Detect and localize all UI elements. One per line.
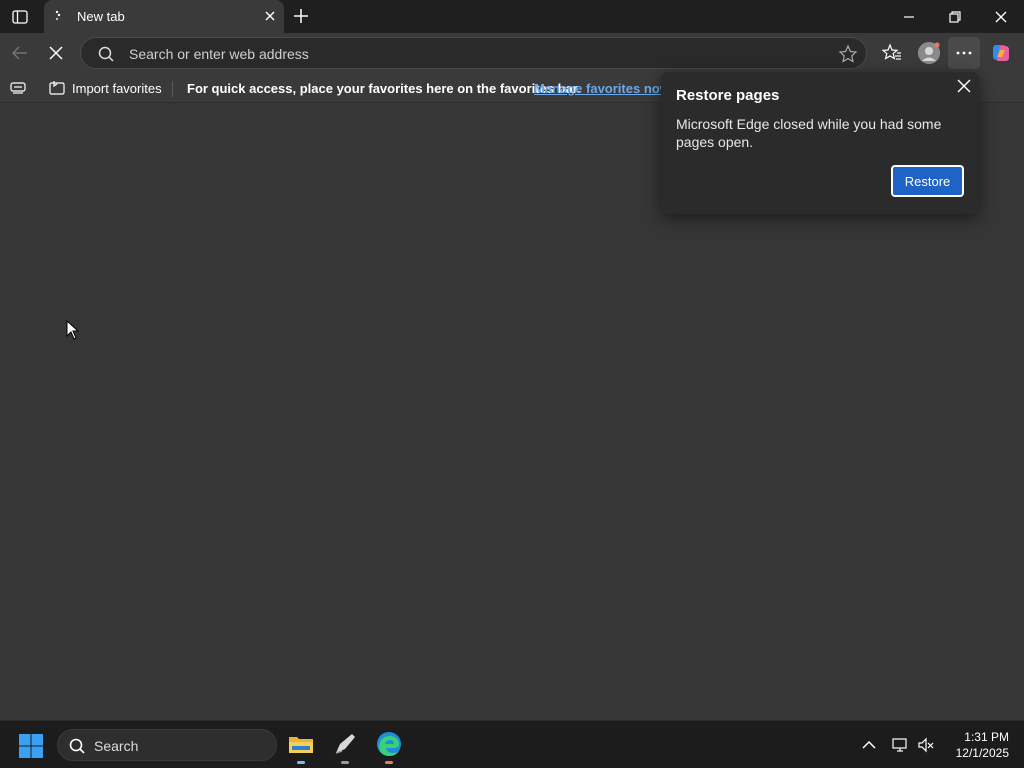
running-indicator	[385, 761, 393, 764]
close-window-icon[interactable]	[990, 6, 1012, 28]
tab-new-tab[interactable]: New tab	[44, 0, 284, 33]
stop-loading-icon[interactable]	[45, 42, 67, 64]
taskbar: Search 1:31 PM 12/1/2025	[0, 720, 1024, 768]
back-arrow-icon[interactable]	[9, 42, 31, 64]
running-indicator	[297, 761, 305, 764]
new-tab-plus-icon[interactable]	[290, 5, 312, 27]
taskbar-search-box[interactable]: Search	[57, 729, 277, 761]
taskbar-search-label: Search	[94, 738, 139, 754]
popup-message: Microsoft Edge closed while you had some…	[676, 116, 942, 150]
navigation-toolbar	[0, 33, 1024, 73]
close-popup-icon[interactable]	[955, 77, 973, 95]
popup-title: Restore pages	[676, 87, 780, 104]
settings-and-more-button[interactable]	[948, 37, 980, 69]
address-bar[interactable]	[80, 37, 867, 69]
system-clock[interactable]: 1:31 PM 12/1/2025	[945, 729, 1009, 761]
network-icon[interactable]	[891, 736, 909, 754]
favorites-divider	[172, 81, 173, 97]
volume-muted-icon[interactable]	[917, 736, 935, 754]
ellipsis-icon	[956, 51, 972, 55]
close-tab-icon[interactable]	[262, 8, 278, 24]
add-favorite-star-icon[interactable]	[838, 44, 858, 64]
import-icon	[49, 81, 65, 95]
edge-browser-icon[interactable]	[374, 729, 404, 764]
clock-time: 1:31 PM	[964, 730, 1009, 744]
minimize-icon[interactable]	[898, 6, 920, 28]
apps-icon[interactable]	[9, 80, 27, 96]
file-explorer-icon[interactable]	[286, 729, 316, 764]
copilot-icon[interactable]	[990, 42, 1012, 64]
import-favorites-label: Import favorites	[72, 80, 162, 96]
windows-start-icon[interactable]	[18, 733, 44, 759]
tab-actions-icon[interactable]	[8, 6, 32, 28]
tab-title: New tab	[77, 9, 125, 24]
favorites-icon[interactable]	[881, 42, 903, 64]
running-indicator	[341, 761, 349, 764]
restore-button[interactable]: Restore	[891, 165, 964, 197]
title-bar: New tab	[0, 0, 1024, 33]
profile-avatar-icon[interactable]	[918, 42, 940, 64]
import-favorites-button[interactable]: Import favorites	[48, 78, 162, 98]
search-icon	[98, 46, 114, 62]
mouse-cursor-icon	[66, 320, 80, 340]
pen-tool-app-icon[interactable]	[330, 729, 360, 764]
restore-window-icon[interactable]	[944, 6, 966, 28]
restore-pages-popup: Restore pages Microsoft Edge closed whil…	[661, 72, 979, 214]
search-icon	[69, 738, 85, 754]
loading-spinner-icon	[55, 10, 61, 21]
manage-favorites-link[interactable]: Manage favorites now	[534, 81, 670, 96]
address-input[interactable]	[127, 44, 827, 64]
clock-date: 12/1/2025	[955, 746, 1009, 760]
chevron-up-icon[interactable]	[860, 736, 878, 754]
favorites-hint-text: For quick access, place your favorites h…	[187, 81, 581, 96]
